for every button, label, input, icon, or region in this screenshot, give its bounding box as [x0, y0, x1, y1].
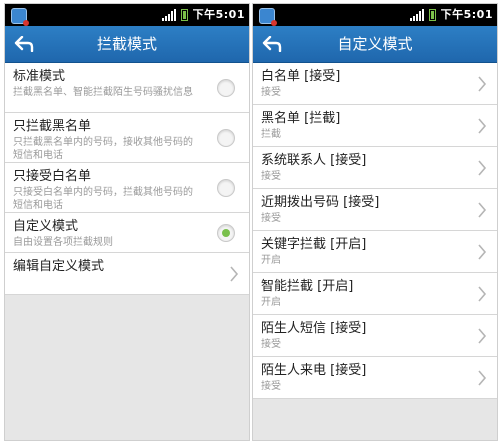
- title-bar: 自定义模式: [253, 26, 497, 63]
- rule-blacklist[interactable]: 黑名单 [拦截] 拦截: [253, 105, 497, 147]
- chevron-right-icon: [478, 201, 487, 218]
- rule-status: 开启: [261, 255, 281, 266]
- mode-list: 标准模式 拦截黑名单、智能拦截陌生号码骚扰信息 只拦截黑名单 只拦截黑名单内的号…: [5, 63, 249, 295]
- rule-recent-outgoing[interactable]: 近期拨出号码 [接受] 接受: [253, 189, 497, 231]
- page-title: 自定义模式: [337, 35, 413, 53]
- rule-label: 系统联系人 [接受]: [261, 153, 367, 168]
- rule-status: 接受: [261, 381, 281, 392]
- rule-label: 智能拦截 [开启]: [261, 279, 354, 294]
- chevron-right-icon: [478, 285, 487, 302]
- mode-option-blacklist-only[interactable]: 只拦截黑名单 只拦截黑名单内的号码，接收其他号码的短信和电话: [5, 113, 249, 163]
- rule-status: 拦截: [261, 129, 281, 140]
- mode-label: 只拦截黑名单: [13, 119, 92, 134]
- mode-description: 只接受白名单内的号码，拦截其他号码的短信和电话: [13, 187, 193, 211]
- chevron-right-icon: [478, 243, 487, 260]
- chevron-right-icon: [478, 117, 487, 134]
- rule-label: 近期拨出号码 [接受]: [261, 195, 380, 210]
- rule-status: 接受: [261, 213, 281, 224]
- mode-option-custom[interactable]: 自定义模式 自由设置各项拦截规则: [5, 213, 249, 253]
- phone-screen-intercept-mode: 下午5:01 拦截模式 标准模式 拦截黑名单、智能拦截陌生号码骚扰信息 只拦截黑…: [4, 3, 250, 441]
- rule-smart-block[interactable]: 智能拦截 [开启] 开启: [253, 273, 497, 315]
- rule-keyword-block[interactable]: 关键字拦截 [开启] 开启: [253, 231, 497, 273]
- radio-button[interactable]: [217, 178, 235, 197]
- chevron-right-icon: [478, 327, 487, 344]
- radio-button-selected[interactable]: [217, 223, 235, 242]
- mode-label: 自定义模式: [13, 219, 79, 234]
- rule-label: 黑名单 [拦截]: [261, 111, 341, 126]
- rule-status: 开启: [261, 297, 281, 308]
- radio-button[interactable]: [217, 128, 235, 147]
- security-app-icon: [11, 8, 29, 26]
- rule-stranger-sms[interactable]: 陌生人短信 [接受] 接受: [253, 315, 497, 357]
- chevron-right-icon: [478, 369, 487, 386]
- radio-button[interactable]: [217, 78, 235, 97]
- rule-status: 接受: [261, 171, 281, 182]
- mode-label: 标准模式: [13, 69, 66, 84]
- rule-stranger-calls[interactable]: 陌生人来电 [接受] 接受: [253, 357, 497, 399]
- mode-description: 只拦截黑名单内的号码，接收其他号码的短信和电话: [13, 137, 193, 161]
- signal-icon: [161, 9, 176, 21]
- rule-system-contacts[interactable]: 系统联系人 [接受] 接受: [253, 147, 497, 189]
- rule-label: 陌生人来电 [接受]: [261, 363, 367, 378]
- edit-custom-mode-row[interactable]: 编辑自定义模式: [5, 253, 249, 295]
- chevron-right-icon: [478, 75, 487, 92]
- mode-description: 自由设置各项拦截规则: [13, 237, 113, 248]
- battery-icon: [428, 9, 436, 21]
- mode-label: 只接受白名单: [13, 169, 92, 184]
- status-time: 下午5:01: [192, 8, 245, 21]
- chevron-right-icon: [478, 159, 487, 176]
- custom-rule-list: 白名单 [接受] 接受 黑名单 [拦截] 拦截 系统联系人 [接受] 接受 近期…: [253, 63, 497, 399]
- mode-option-whitelist-only[interactable]: 只接受白名单 只接受白名单内的号码，拦截其他号码的短信和电话: [5, 163, 249, 213]
- rule-whitelist[interactable]: 白名单 [接受] 接受: [253, 63, 497, 105]
- status-bar: 下午5:01: [253, 4, 497, 26]
- rule-label: 白名单 [接受]: [261, 69, 341, 84]
- rule-label: 陌生人短信 [接受]: [261, 321, 367, 336]
- status-bar: 下午5:01: [5, 4, 249, 26]
- edit-custom-mode-label: 编辑自定义模式: [13, 259, 105, 274]
- security-app-icon: [259, 8, 277, 26]
- page-title: 拦截模式: [96, 35, 157, 53]
- chevron-right-icon: [230, 265, 239, 282]
- rule-status: 接受: [261, 339, 281, 350]
- mode-description: 拦截黑名单、智能拦截陌生号码骚扰信息: [13, 87, 193, 98]
- phone-screen-custom-mode: 下午5:01 自定义模式 白名单 [接受] 接受 黑名单 [拦截] 拦截 系统联…: [252, 3, 498, 441]
- status-time: 下午5:01: [440, 8, 493, 21]
- battery-icon: [180, 9, 188, 21]
- title-bar: 拦截模式: [5, 26, 249, 63]
- rule-status: 接受: [261, 87, 281, 98]
- rule-label: 关键字拦截 [开启]: [261, 237, 367, 252]
- signal-icon: [409, 9, 424, 21]
- mode-option-standard[interactable]: 标准模式 拦截黑名单、智能拦截陌生号码骚扰信息: [5, 63, 249, 113]
